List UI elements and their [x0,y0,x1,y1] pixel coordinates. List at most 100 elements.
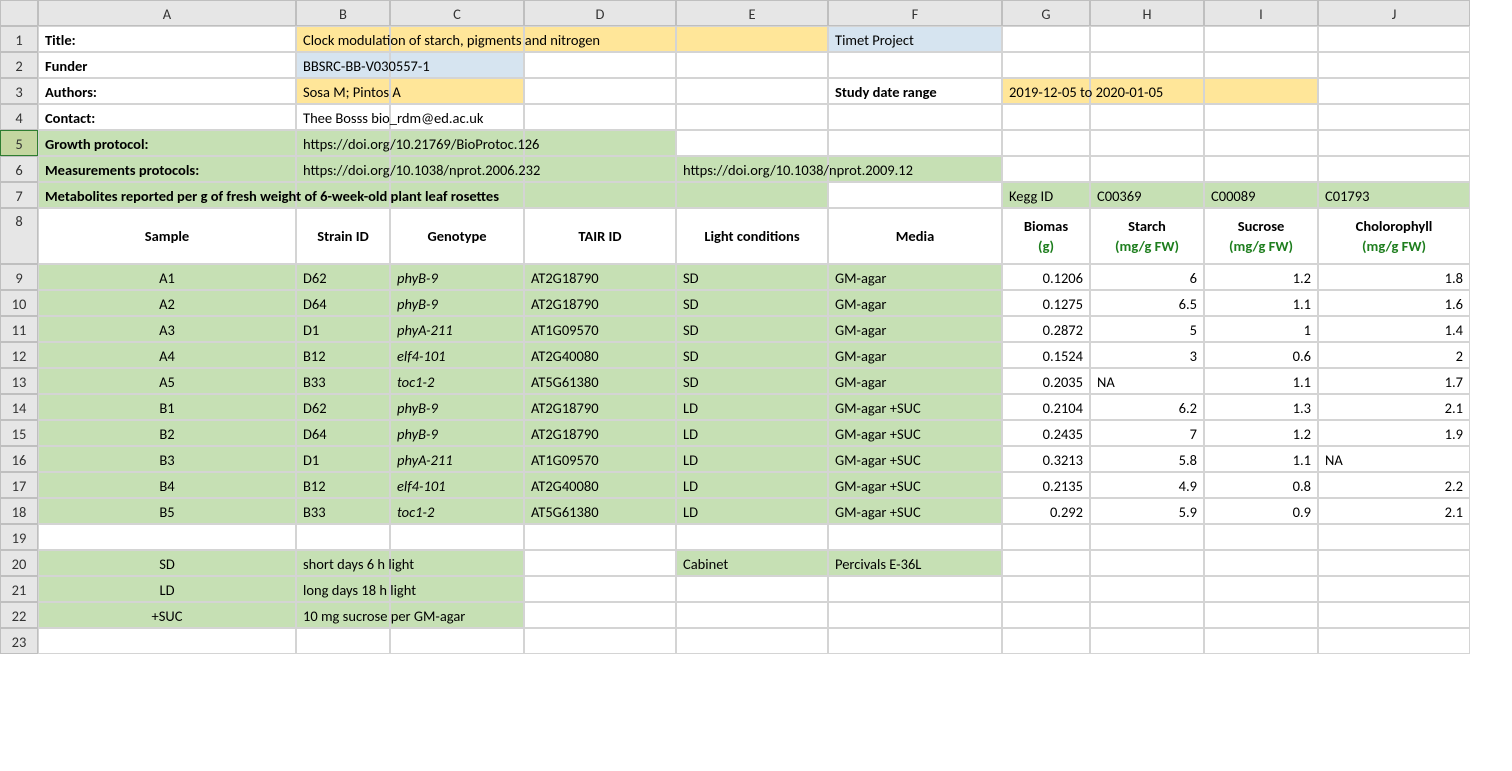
sucrose-cell[interactable]: 1.3 [1204,394,1318,420]
chlorophyll-cell[interactable]: 2 [1318,342,1470,368]
title-label[interactable]: Title: [38,26,296,52]
light-cell[interactable]: LD [676,420,828,446]
column-header-light[interactable]: Light conditions [676,208,828,264]
starch-cell[interactable]: 6.2 [1090,394,1204,420]
genotype-cell[interactable]: phyA-211 [390,316,524,342]
row-header-20[interactable]: 20 [0,550,38,576]
cell-I5[interactable] [1204,130,1318,156]
cell-J20[interactable] [1318,550,1470,576]
genotype-cell[interactable]: elf4-101 [390,342,524,368]
cell-J4[interactable] [1318,104,1470,130]
cabinet-label[interactable]: Cabinet [676,550,828,576]
row-header-14[interactable]: 14 [0,394,38,420]
cell-I19[interactable] [1204,524,1318,550]
project-name[interactable]: Timet Project [828,26,1002,52]
cell-I21[interactable] [1204,576,1318,602]
cell-E19[interactable] [676,524,828,550]
row-header-22[interactable]: 22 [0,602,38,628]
row-header-9[interactable]: 9 [0,264,38,290]
cell-E7[interactable] [676,182,828,208]
legend-suc-value[interactable]: 10 mg sucrose per GM-agar [296,602,390,628]
row-header-23[interactable]: 23 [0,628,38,654]
row-header-1[interactable]: 1 [0,26,38,52]
cell-I3[interactable] [1204,78,1318,104]
starch-cell[interactable]: 3 [1090,342,1204,368]
authors-value[interactable]: Sosa M; Pintos A [296,78,390,104]
light-cell[interactable]: SD [676,316,828,342]
row-header-15[interactable]: 15 [0,420,38,446]
genotype-cell[interactable]: elf4-101 [390,472,524,498]
date-range-value[interactable]: 2019-12-05 to 2020-01-05 [1002,78,1090,104]
starch-cell[interactable]: NA [1090,368,1204,394]
column-header-sample[interactable]: Sample [38,208,296,264]
column-header-genotype[interactable]: Genotype [390,208,524,264]
tair-cell[interactable]: AT2G40080 [524,342,676,368]
cell-G1[interactable] [1002,26,1090,52]
sucrose-cell[interactable]: 1.1 [1204,446,1318,472]
legend-ld-value[interactable]: long days 18 h light [296,576,390,602]
media-cell[interactable]: GM-agar [828,264,1002,290]
chlorophyll-cell[interactable]: 2.1 [1318,498,1470,524]
tair-cell[interactable]: AT2G40080 [524,472,676,498]
kegg-id-chlorophyll[interactable]: C01793 [1318,182,1470,208]
row-header-12[interactable]: 12 [0,342,38,368]
cell-A19[interactable] [38,524,296,550]
media-cell[interactable]: GM-agar [828,290,1002,316]
cell-E5[interactable] [676,130,828,156]
row-header-7[interactable]: 7 [0,182,38,208]
tair-cell[interactable]: AT5G61380 [524,498,676,524]
column-header-F[interactable]: F [828,0,1002,26]
cell-B23[interactable] [296,628,390,654]
sample-cell[interactable]: A4 [38,342,296,368]
cell-J3[interactable] [1318,78,1470,104]
row-header-6[interactable]: 6 [0,156,38,182]
light-cell[interactable]: LD [676,446,828,472]
cell-D5[interactable] [524,130,676,156]
sample-cell[interactable]: A2 [38,290,296,316]
light-cell[interactable]: SD [676,368,828,394]
chlorophyll-cell[interactable]: 2.1 [1318,394,1470,420]
media-cell[interactable]: GM-agar [828,342,1002,368]
column-header-chloro[interactable]: Cholorophyll(mg/g FW) [1318,208,1470,264]
cell-I6[interactable] [1204,156,1318,182]
biomass-cell[interactable]: 0.2872 [1002,316,1090,342]
sucrose-cell[interactable]: 0.9 [1204,498,1318,524]
sample-cell[interactable]: A1 [38,264,296,290]
media-cell[interactable]: GM-agar [828,368,1002,394]
cell-H22[interactable] [1090,602,1204,628]
cell-E1[interactable] [676,26,828,52]
measurement-protocols-label[interactable]: Measurements protocols: [38,156,296,182]
sucrose-cell[interactable]: 0.6 [1204,342,1318,368]
tair-cell[interactable]: AT2G18790 [524,394,676,420]
cell-A23[interactable] [38,628,296,654]
column-header-B[interactable]: B [296,0,390,26]
chlorophyll-cell[interactable]: 2.2 [1318,472,1470,498]
contact-value[interactable]: Thee Bosss bio_rdm@ed.ac.uk [296,104,390,130]
starch-cell[interactable]: 5.9 [1090,498,1204,524]
light-cell[interactable]: LD [676,472,828,498]
cell-D19[interactable] [524,524,676,550]
sucrose-cell[interactable]: 1.2 [1204,420,1318,446]
sample-cell[interactable]: A5 [38,368,296,394]
genotype-cell[interactable]: phyB-9 [390,420,524,446]
biomass-cell[interactable]: 0.1206 [1002,264,1090,290]
cell-G2[interactable] [1002,52,1090,78]
cell-J19[interactable] [1318,524,1470,550]
spreadsheet-grid[interactable]: ABCDEFGHIJ1Title:Clock modulation of sta… [0,0,1512,654]
cell-D7[interactable] [524,182,676,208]
legend-sd-value[interactable]: short days 6 h light [296,550,390,576]
column-header-C[interactable]: C [390,0,524,26]
cell-E21[interactable] [676,576,828,602]
biomass-cell[interactable]: 0.2104 [1002,394,1090,420]
kegg-id-starch[interactable]: C00369 [1090,182,1204,208]
tair-cell[interactable]: AT2G18790 [524,264,676,290]
cell-H2[interactable] [1090,52,1204,78]
strain-cell[interactable]: B33 [296,498,390,524]
row-header-19[interactable]: 19 [0,524,38,550]
funder-label[interactable]: Funder [38,52,296,78]
column-header-G[interactable]: G [1002,0,1090,26]
measurement-protocol-1[interactable]: https://doi.org/10.1038/nprot.2006.232 [296,156,390,182]
cell-F2[interactable] [828,52,1002,78]
sucrose-cell[interactable]: 0.8 [1204,472,1318,498]
funder-value[interactable]: BBSRC-BB-V030557-1 [296,52,390,78]
